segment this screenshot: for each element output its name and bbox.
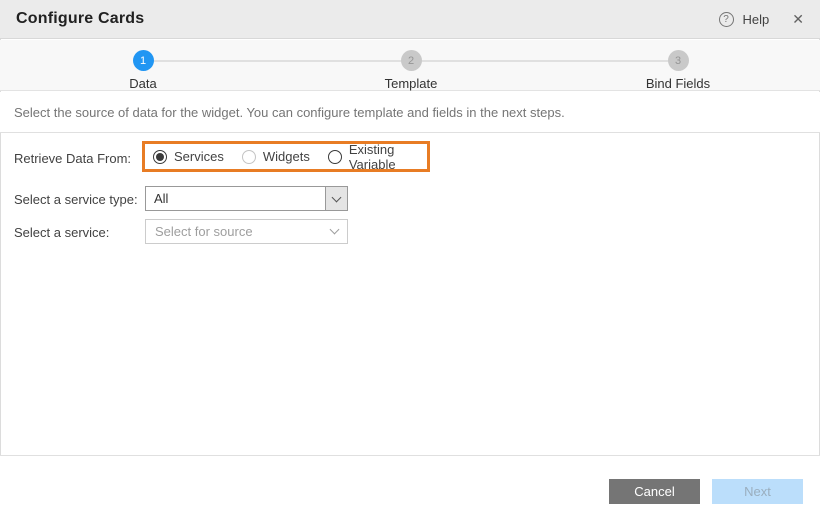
dialog-header: Configure Cards ? Help ✕ (0, 0, 820, 39)
cancel-button[interactable]: Cancel (609, 479, 700, 504)
radio-services-label: Services (174, 149, 224, 164)
step-template[interactable]: 2 Template (351, 50, 471, 91)
radio-widgets[interactable]: Widgets (242, 149, 310, 164)
description-row: Select the source of data for the widget… (0, 92, 820, 133)
step-1-circle: 1 (133, 50, 154, 71)
radio-existing-variable[interactable]: Existing Variable (328, 142, 419, 172)
chevron-down-icon (332, 192, 342, 202)
step-data[interactable]: 1 Data (83, 50, 203, 91)
help-icon[interactable]: ? (719, 12, 734, 27)
page-title: Configure Cards (16, 10, 144, 28)
radio-unselected-icon[interactable] (328, 150, 342, 164)
description-text: Select the source of data for the widget… (14, 105, 565, 120)
service-type-label: Select a service type: (14, 192, 138, 207)
select-arrow-button[interactable] (325, 187, 347, 210)
radio-unselected-icon[interactable] (242, 150, 256, 164)
service-label: Select a service: (14, 225, 109, 240)
step-2-circle: 2 (401, 50, 422, 71)
radio-selected-icon[interactable] (153, 150, 167, 164)
close-icon[interactable]: ✕ (792, 12, 804, 26)
retrieve-data-label: Retrieve Data From: (14, 151, 131, 166)
service-select[interactable]: Select for source (145, 219, 348, 244)
configure-cards-dialog: Configure Cards ? Help ✕ 1 Data 2 Templa… (0, 0, 820, 520)
help-link[interactable]: Help (743, 12, 770, 27)
service-placeholder: Select for source (155, 224, 331, 239)
step-1-label: Data (83, 76, 203, 91)
dialog-footer: Cancel Next (0, 455, 820, 520)
step-bind-fields[interactable]: 3 Bind Fields (618, 50, 738, 91)
step-3-label: Bind Fields (618, 76, 738, 91)
wizard-steps: 1 Data 2 Template 3 Bind Fields (0, 40, 820, 91)
data-source-radio-group: Services Widgets Existing Variable (142, 141, 430, 172)
radio-widgets-label: Widgets (263, 149, 310, 164)
radio-services[interactable]: Services (153, 149, 224, 164)
service-type-value: All (146, 191, 325, 206)
service-type-select[interactable]: All (145, 186, 348, 211)
chevron-down-icon (330, 225, 340, 235)
radio-existing-variable-label: Existing Variable (349, 142, 419, 172)
next-button[interactable]: Next (712, 479, 803, 504)
step-3-circle: 3 (668, 50, 689, 71)
step-2-label: Template (351, 76, 471, 91)
